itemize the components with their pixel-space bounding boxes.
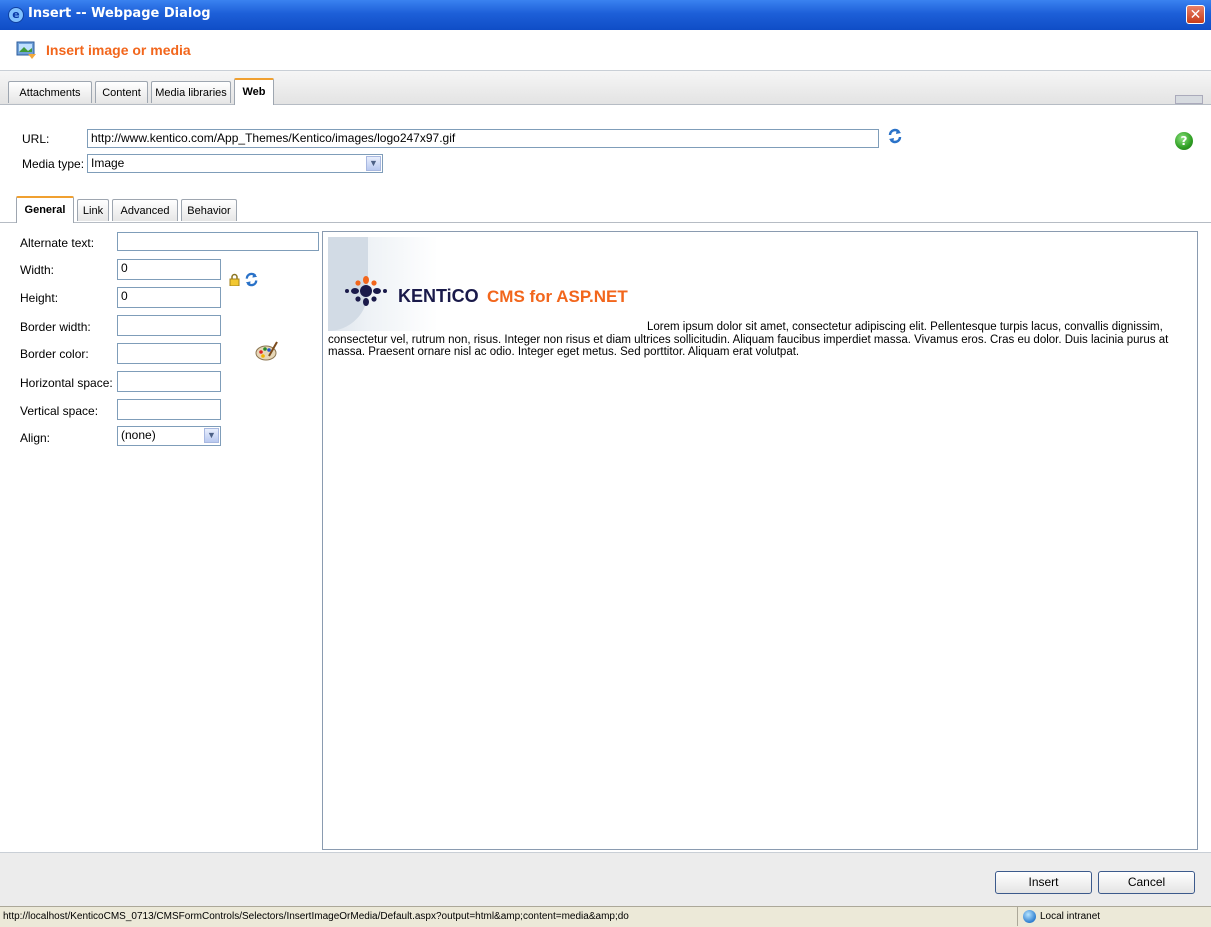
tab-attachments[interactable]: Attachments	[8, 81, 92, 103]
zone-label: Local intranet	[1040, 911, 1101, 922]
cancel-button[interactable]: Cancel	[1098, 871, 1195, 894]
lock-icon[interactable]	[229, 273, 240, 286]
refresh-url-icon[interactable]	[887, 128, 903, 144]
dialog-header: Insert image or media	[0, 30, 1211, 71]
tab-media-libraries[interactable]: Media libraries	[151, 81, 231, 103]
vertical-space-label: Vertical space:	[20, 404, 99, 418]
help-icon[interactable]: ?	[1175, 132, 1193, 150]
tab-general[interactable]: General	[16, 196, 74, 223]
ie-icon: e	[8, 7, 24, 23]
align-select[interactable]: (none) ▼	[117, 426, 221, 446]
preview-area: KENTiCO CMS for ASP.NET Lorem ipsum dolo…	[322, 231, 1198, 850]
window-titlebar: e Insert -- Webpage Dialog ✕	[0, 0, 1211, 30]
general-properties-panel: Alternate text: Width: 0 Height: 0 Borde…	[0, 223, 322, 853]
alternate-text-input[interactable]	[117, 232, 319, 251]
tab-link[interactable]: Link	[77, 199, 109, 221]
width-label: Width:	[20, 263, 55, 277]
height-label: Height:	[20, 291, 59, 305]
vertical-space-input[interactable]	[117, 399, 221, 420]
media-type-value: Image	[91, 156, 125, 170]
main-tab-bar: Attachments Content Media libraries Web	[0, 71, 1211, 105]
kentico-flower-icon	[345, 276, 387, 306]
media-type-label: Media type:	[22, 157, 85, 171]
tab-web[interactable]: Web	[234, 78, 274, 105]
media-type-select[interactable]: Image ▼	[87, 154, 383, 173]
collapse-toggle[interactable]	[1175, 95, 1203, 104]
tab-content[interactable]: Content	[95, 81, 148, 103]
horizontal-space-label: Horizontal space:	[20, 376, 113, 390]
height-input[interactable]: 0	[117, 287, 221, 308]
horizontal-space-input[interactable]	[117, 371, 221, 392]
status-bar: http://localhost/KenticoCMS_0713/CMSForm…	[0, 906, 1211, 927]
kentico-logo-image: KENTiCO CMS for ASP.NET	[328, 237, 642, 331]
logo-brand-text: KENTiCO	[398, 286, 479, 306]
border-width-label: Border width:	[20, 320, 91, 334]
chevron-down-icon: ▼	[366, 156, 381, 171]
logo-cms-text: CMS for ASP.NET	[487, 287, 628, 306]
border-color-label: Border color:	[20, 347, 89, 361]
align-value: (none)	[121, 428, 156, 442]
intranet-globe-icon	[1023, 910, 1036, 923]
tab-advanced[interactable]: Advanced	[112, 199, 178, 221]
insert-media-icon	[16, 41, 36, 59]
sub-tab-bar: General Link Advanced Behavior	[0, 192, 1211, 223]
window-title: Insert -- Webpage Dialog	[28, 6, 211, 21]
close-button[interactable]: ✕	[1186, 5, 1205, 24]
status-url: http://localhost/KenticoCMS_0713/CMSForm…	[3, 911, 629, 922]
url-input[interactable]: http://www.kentico.com/App_Themes/Kentic…	[87, 129, 879, 148]
chevron-down-icon: ▼	[204, 428, 219, 443]
tab-behavior[interactable]: Behavior	[181, 199, 237, 221]
color-palette-icon[interactable]	[255, 340, 279, 362]
border-color-input[interactable]	[117, 343, 221, 364]
preview-lorem-text: Lorem ipsum dolor sit amet, consectetur …	[328, 321, 1169, 358]
alternate-text-label: Alternate text:	[20, 236, 95, 250]
dialog-footer: Insert Cancel	[0, 852, 1211, 907]
insert-button[interactable]: Insert	[995, 871, 1092, 894]
url-label: URL:	[22, 132, 50, 146]
width-input[interactable]: 0	[117, 259, 221, 280]
refresh-size-icon[interactable]	[244, 272, 259, 287]
border-width-input[interactable]	[117, 315, 221, 336]
align-label: Align:	[20, 431, 51, 445]
security-zone: Local intranet	[1017, 907, 1211, 926]
page-title: Insert image or media	[46, 42, 191, 58]
